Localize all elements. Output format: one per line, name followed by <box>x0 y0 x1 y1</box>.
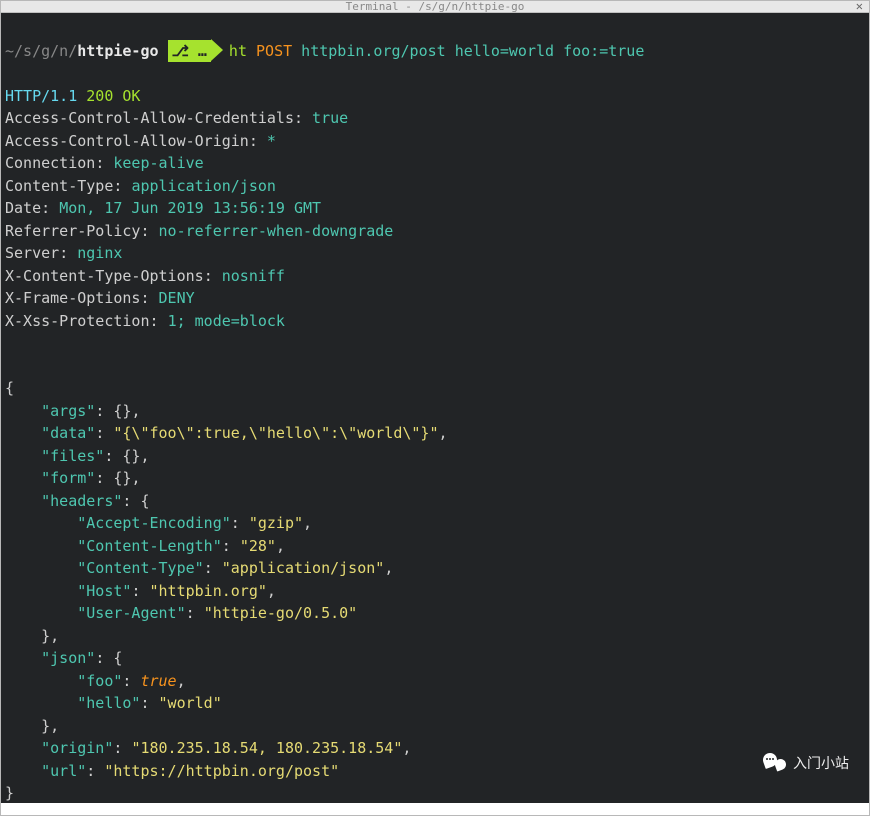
header-name: Date <box>5 199 41 217</box>
header-value: keep-alive <box>113 154 203 172</box>
json-url: "url": "https://httpbin.org/post" <box>1 762 343 780</box>
prompt-path-bold: httpie-go <box>77 42 158 60</box>
json-content-type: "Content-Type": "application/json", <box>1 559 397 577</box>
header-row: Connection: keep-alive <box>1 154 208 172</box>
header-row: X-Content-Type-Options: nosniff <box>1 267 289 285</box>
json-accept-encoding: "Accept-Encoding": "gzip", <box>1 514 316 532</box>
prompt-line-1: ~/s/g/n/httpie-go ⎇ … ht POST httpbin.org… <box>1 40 869 63</box>
json-data: "data": "{\"foo\":true,\"hello\":\"world… <box>1 424 452 442</box>
header-name: Access-Control-Allow-Origin <box>5 132 249 150</box>
prompt-badge: ⎇ … <box>168 40 211 63</box>
json-content-length: "Content-Length": "28", <box>1 537 289 555</box>
json-host: "Host": "httpbin.org", <box>1 582 280 600</box>
watermark-text: 入门小站 <box>793 752 849 775</box>
json-headers-open: "headers": { <box>1 492 154 510</box>
json-origin: "origin": "180.235.18.54, 180.235.18.54"… <box>1 739 415 757</box>
header-value: nosniff <box>222 267 285 285</box>
protocol: HTTP/1.1 <box>5 87 77 105</box>
wechat-icon <box>763 751 787 775</box>
header-row: Access-Control-Allow-Credentials: true <box>1 109 352 127</box>
response-headers: Access-Control-Allow-Credentials: true A… <box>1 107 869 332</box>
json-hello: "hello": "world" <box>1 694 226 712</box>
header-row: Date: Mon, 17 Jun 2019 13:56:19 GMT <box>1 199 325 217</box>
http-method: POST <box>256 42 292 60</box>
header-value: DENY <box>159 289 195 307</box>
header-name: Server <box>5 244 59 262</box>
window-frame: Terminal - /s/g/n/httpie-go ✕ ~/s/g/n/ht… <box>0 0 870 816</box>
status-line: HTTP/1.1 200 OK <box>1 87 144 105</box>
header-value: 1; mode=block <box>168 312 285 330</box>
header-name: Referrer-Policy <box>5 222 140 240</box>
json-open <box>1 357 18 375</box>
status-text: OK <box>122 87 140 105</box>
header-value: true <box>312 109 348 127</box>
header-name: X-Xss-Protection <box>5 312 150 330</box>
json-args: "args": {}, <box>1 402 144 420</box>
header-name: X-Content-Type-Options <box>5 267 204 285</box>
json-close-brace: } <box>1 784 18 802</box>
header-name: Content-Type <box>5 177 113 195</box>
header-row: Server: nginx <box>1 244 126 262</box>
header-value: application/json <box>131 177 276 195</box>
window-titlebar[interactable]: Terminal - /s/g/n/httpie-go ✕ <box>1 1 869 13</box>
header-row: X-Frame-Options: DENY <box>1 289 199 307</box>
json-headers-close: }, <box>1 627 63 645</box>
json-user-agent: "User-Agent": "httpie-go/0.5.0" <box>1 604 361 622</box>
header-row: Access-Control-Allow-Origin: * <box>1 132 280 150</box>
header-name: Access-Control-Allow-Credentials <box>5 109 294 127</box>
header-row: X-Xss-Protection: 1; mode=block <box>1 312 289 330</box>
branch-icon: ⎇ <box>172 40 189 63</box>
command-kv2: foo:=true <box>563 42 644 60</box>
header-row: Referrer-Policy: no-referrer-when-downgr… <box>1 222 397 240</box>
json-form: "form": {}, <box>1 469 144 487</box>
header-name: Connection <box>5 154 95 172</box>
command-url: httpbin.org/post <box>301 42 446 60</box>
window-close-icon[interactable]: ✕ <box>856 1 863 12</box>
terminal-body[interactable]: ~/s/g/n/httpie-go ⎇ … ht POST httpbin.org… <box>1 13 869 803</box>
command-binary: ht <box>229 42 247 60</box>
branch-ellipsis: … <box>198 42 207 60</box>
json-open-brace: { <box>1 379 18 397</box>
header-value: * <box>267 132 276 150</box>
header-name: X-Frame-Options <box>5 289 140 307</box>
json-json-open: "json": { <box>1 649 126 667</box>
watermark: 入门小站 <box>763 751 849 775</box>
json-foo: "foo": true, <box>1 672 190 690</box>
header-value: no-referrer-when-downgrade <box>159 222 394 240</box>
header-row: Content-Type: application/json <box>1 177 280 195</box>
header-value: nginx <box>77 244 122 262</box>
prompt-path-dim: ~/s/g/n/ <box>5 42 77 60</box>
header-value: Mon, 17 Jun 2019 13:56:19 GMT <box>59 199 321 217</box>
badge-arrow-icon <box>211 39 223 61</box>
json-files: "files": {}, <box>1 447 154 465</box>
json-json-close: }, <box>1 717 63 735</box>
window-title: Terminal - /s/g/n/httpie-go <box>346 1 525 13</box>
status-code: 200 <box>86 87 113 105</box>
command-kv1: hello=world <box>455 42 554 60</box>
